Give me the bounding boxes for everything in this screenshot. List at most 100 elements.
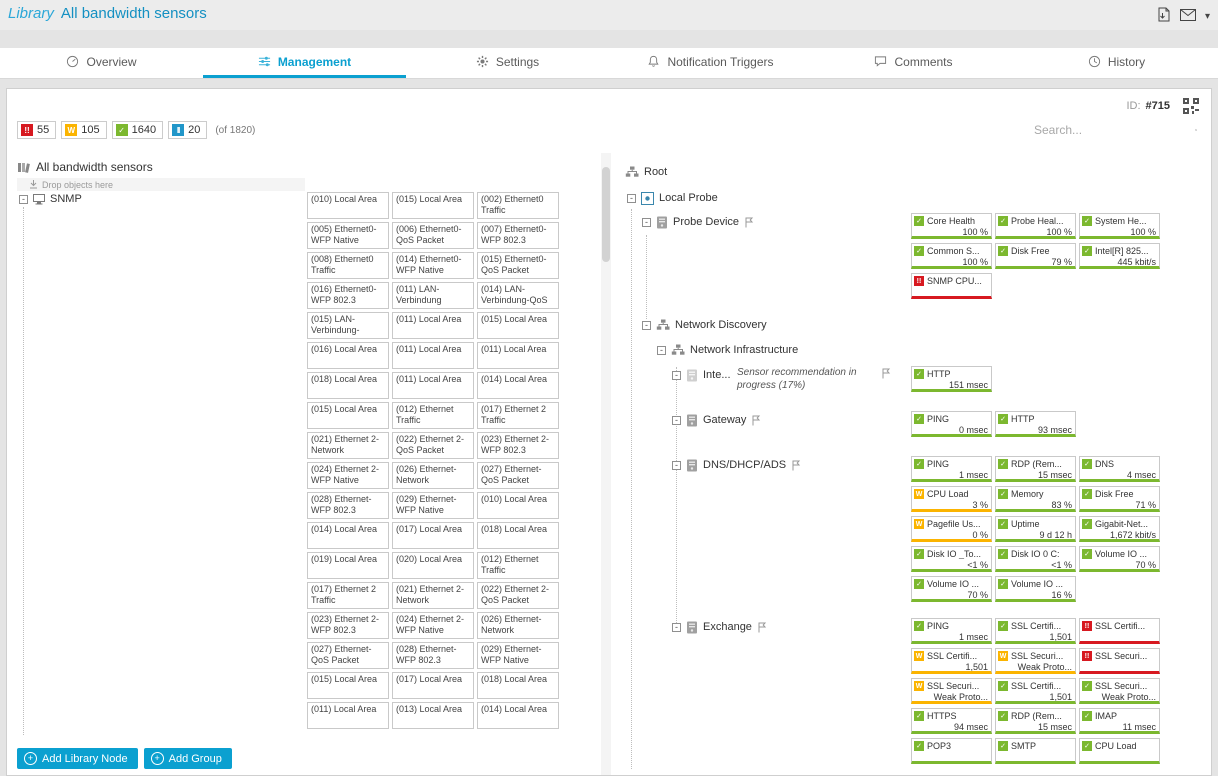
library-sensor-box[interactable]: (008) Ethernet0 Traffic bbox=[307, 252, 389, 279]
library-sensor-box[interactable]: (015) Local Area bbox=[392, 192, 474, 219]
library-sensor-box[interactable]: (023) Ethernet 2-WFP 802.3 bbox=[307, 612, 389, 639]
sensor-box-memory[interactable]: ✓Memory83 % bbox=[995, 486, 1076, 512]
library-sensor-box[interactable]: (011) Local Area bbox=[477, 342, 559, 369]
library-sensor-box[interactable]: (015) Ethernet0-QoS Packet bbox=[477, 252, 559, 279]
library-sensor-box[interactable]: (011) Local Area bbox=[392, 342, 474, 369]
library-sensor-box[interactable]: (017) Ethernet 2 Traffic bbox=[307, 582, 389, 609]
library-sensor-box[interactable]: (022) Ethernet 2-QoS Packet bbox=[477, 582, 559, 609]
library-sensor-box[interactable]: (015) Local Area bbox=[477, 312, 559, 339]
library-sensor-box[interactable]: (012) Ethernet Traffic bbox=[392, 402, 474, 429]
expand-toggle[interactable]: - bbox=[672, 416, 681, 425]
tab-notification-triggers[interactable]: Notification Triggers bbox=[609, 48, 812, 78]
tree-node-label[interactable]: Root bbox=[644, 166, 667, 178]
library-sensor-box[interactable]: (027) Ethernet-QoS Packet bbox=[477, 462, 559, 489]
tab-comments[interactable]: Comments bbox=[812, 48, 1015, 78]
email-icon[interactable] bbox=[1180, 8, 1196, 26]
flag-icon[interactable] bbox=[757, 622, 767, 633]
tree-node-label[interactable]: Gateway bbox=[703, 414, 746, 426]
library-sensor-box[interactable]: (017) Ethernet 2 Traffic bbox=[477, 402, 559, 429]
tree-node-label[interactable]: Local Probe bbox=[659, 192, 718, 204]
add-library-node-button[interactable]: + Add Library Node bbox=[17, 748, 138, 769]
library-sensor-box[interactable]: (011) Local Area bbox=[307, 702, 389, 729]
caret-down-icon[interactable]: ▾ bbox=[1205, 12, 1210, 22]
flag-icon[interactable] bbox=[881, 368, 891, 379]
sensor-box-ssl-certifi[interactable]: WSSL Certifi...1,501 bbox=[911, 648, 992, 674]
library-sensor-box[interactable]: (026) Ethernet-Network bbox=[392, 462, 474, 489]
expand-toggle[interactable]: - bbox=[672, 623, 681, 632]
tab-settings[interactable]: Settings bbox=[406, 48, 609, 78]
tab-history[interactable]: History bbox=[1015, 48, 1218, 78]
tree-node-label[interactable]: Network Infrastructure bbox=[690, 344, 798, 356]
expand-toggle[interactable]: - bbox=[672, 461, 681, 470]
sensor-box-disk-free[interactable]: ✓Disk Free79 % bbox=[995, 243, 1076, 269]
library-sensor-box[interactable]: (022) Ethernet 2-QoS Packet bbox=[392, 432, 474, 459]
sensor-box-ssl-certifi[interactable]: !!SSL Certifi... bbox=[1079, 618, 1160, 644]
library-sensor-box[interactable]: (028) Ethernet-WFP 802.3 bbox=[307, 492, 389, 519]
library-sensor-box[interactable]: (014) Local Area bbox=[307, 522, 389, 549]
sensor-box-disk-io-0-c[interactable]: ✓Disk IO 0 C:<1 % bbox=[995, 546, 1076, 572]
sensor-box-ssl-certifi[interactable]: ✓SSL Certifi...1,501 bbox=[995, 678, 1076, 704]
sensor-box-ssl-securi[interactable]: WSSL Securi...Weak Proto... bbox=[995, 648, 1076, 674]
sensor-box-disk-free[interactable]: ✓Disk Free71 % bbox=[1079, 486, 1160, 512]
scrollbar-thumb[interactable] bbox=[602, 167, 610, 262]
library-sensor-box[interactable]: (015) Local Area bbox=[307, 672, 389, 699]
expand-toggle[interactable]: - bbox=[627, 194, 636, 203]
expand-toggle[interactable]: - bbox=[657, 346, 666, 355]
flag-icon[interactable] bbox=[751, 415, 761, 426]
library-sensor-box[interactable]: (007) Ethernet0-WFP 802.3 bbox=[477, 222, 559, 249]
library-sensor-box[interactable]: (018) Local Area bbox=[477, 522, 559, 549]
library-sensor-box[interactable]: (020) Local Area bbox=[392, 552, 474, 579]
sensor-box-rdp-rem[interactable]: ✓RDP (Rem...15 msec bbox=[995, 708, 1076, 734]
library-sensor-box[interactable]: (024) Ethernet 2-WFP Native bbox=[392, 612, 474, 639]
library-sensor-box[interactable]: (029) Ethernet-WFP Native bbox=[477, 642, 559, 669]
sensor-box-gigabit-net[interactable]: ✓Gigabit-Net...1,672 kbit/s bbox=[1079, 516, 1160, 542]
library-sensor-box[interactable]: (014) Local Area bbox=[477, 702, 559, 729]
sensor-box-ping[interactable]: ✓PING0 msec bbox=[911, 411, 992, 437]
library-sensor-box[interactable]: (018) Local Area bbox=[477, 672, 559, 699]
library-sensor-box[interactable]: (011) Local Area bbox=[392, 372, 474, 399]
breadcrumb-library[interactable]: Library bbox=[8, 5, 54, 22]
sensor-box-ssl-certifi[interactable]: ✓SSL Certifi...1,501 bbox=[995, 618, 1076, 644]
library-sensor-box[interactable]: (026) Ethernet-Network bbox=[477, 612, 559, 639]
sensor-box-dns[interactable]: ✓DNS4 msec bbox=[1079, 456, 1160, 482]
sensor-box-uptime[interactable]: ✓Uptime9 d 12 h bbox=[995, 516, 1076, 542]
sensor-box-http[interactable]: ✓HTTP93 msec bbox=[995, 411, 1076, 437]
sensor-box-ping[interactable]: ✓PING1 msec bbox=[911, 456, 992, 482]
sensor-box-probe-heal[interactable]: ✓Probe Heal...100 % bbox=[995, 213, 1076, 239]
sensor-box-system-he[interactable]: ✓System He...100 % bbox=[1079, 213, 1160, 239]
sensor-box-ssl-securi[interactable]: !!SSL Securi... bbox=[1079, 648, 1160, 674]
sensor-box-core-health[interactable]: ✓Core Health100 % bbox=[911, 213, 992, 239]
sensor-box-pagefile-us[interactable]: WPagefile Us...0 % bbox=[911, 516, 992, 542]
library-sensor-box[interactable]: (013) Local Area bbox=[392, 702, 474, 729]
add-object-icon[interactable] bbox=[1156, 7, 1171, 27]
tree-node-label[interactable]: Inte... bbox=[703, 369, 731, 381]
tree-node-label[interactable]: DNS/DHCP/ADS bbox=[703, 459, 786, 471]
library-sensor-box[interactable]: (010) Local Area bbox=[477, 492, 559, 519]
sensor-box-cpu-load[interactable]: ✓CPU Load bbox=[1079, 738, 1160, 764]
add-group-button[interactable]: + Add Group bbox=[144, 748, 232, 769]
library-sensor-box[interactable]: (023) Ethernet 2-WFP 802.3 bbox=[477, 432, 559, 459]
library-sensor-box[interactable]: (019) Local Area bbox=[307, 552, 389, 579]
library-sensor-box[interactable]: (015) LAN-Verbindung- bbox=[307, 312, 389, 339]
expand-toggle[interactable]: - bbox=[642, 321, 651, 330]
expand-toggle[interactable]: - bbox=[672, 371, 681, 380]
library-sensor-box[interactable]: (011) Local Area bbox=[392, 312, 474, 339]
search-input[interactable] bbox=[1032, 122, 1191, 138]
library-sensor-box[interactable]: (018) Local Area bbox=[307, 372, 389, 399]
library-sensor-box[interactable]: (021) Ethernet 2-Network bbox=[392, 582, 474, 609]
expand-toggle[interactable]: - bbox=[642, 218, 651, 227]
tree-node-label[interactable]: Exchange bbox=[703, 621, 752, 633]
library-sensor-box[interactable]: (014) Local Area bbox=[477, 372, 559, 399]
sensor-box-snmp-cpu[interactable]: !!SNMP CPU... bbox=[911, 273, 992, 299]
sensor-box-cpu-load[interactable]: WCPU Load3 % bbox=[911, 486, 992, 512]
flag-icon[interactable] bbox=[791, 460, 801, 471]
tab-management[interactable]: Management bbox=[203, 48, 406, 78]
library-sensor-box[interactable]: (028) Ethernet-WFP 802.3 bbox=[392, 642, 474, 669]
library-sensor-box[interactable]: (024) Ethernet 2-WFP Native bbox=[307, 462, 389, 489]
drop-zone[interactable]: Drop objects here bbox=[17, 178, 305, 191]
status-badge-error[interactable]: !!55 bbox=[17, 121, 56, 139]
sensor-box-volume-io[interactable]: ✓Volume IO ...16 % bbox=[995, 576, 1076, 602]
library-sensor-box[interactable]: (002) Ethernet0 Traffic bbox=[477, 192, 559, 219]
sensor-box-ssl-securi[interactable]: WSSL Securi...Weak Proto... bbox=[911, 678, 992, 704]
sensor-box-common-s[interactable]: ✓Common S...100 % bbox=[911, 243, 992, 269]
